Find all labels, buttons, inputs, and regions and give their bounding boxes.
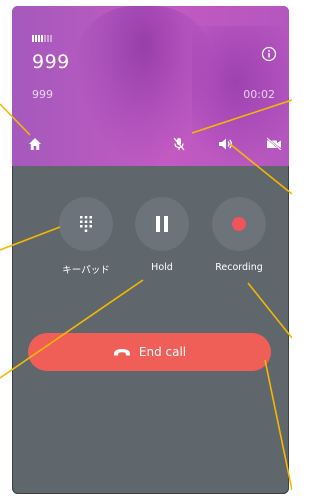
video-off-icon[interactable]	[266, 137, 282, 151]
signal-strength-icon	[32, 35, 52, 42]
end-call-label: End call	[138, 345, 187, 359]
keypad-label: キーパッド	[62, 265, 110, 276]
caller-subtitle: 999	[32, 88, 53, 101]
hold-button[interactable]: Hold	[122, 197, 202, 273]
speaker-icon[interactable]	[218, 137, 234, 151]
hang-up-icon	[113, 349, 130, 356]
end-call-button[interactable]: End call	[28, 333, 271, 371]
caller-number: 999	[32, 51, 70, 73]
call-screen: 999 999 00:02 キーパッド Hold Recording End c…	[12, 6, 289, 494]
recording-button[interactable]: Recording	[199, 197, 279, 273]
call-duration: 00:02	[243, 88, 275, 101]
keypad-button[interactable]: キーパッド	[46, 197, 126, 276]
hold-label: Hold	[151, 262, 173, 273]
mic-off-icon[interactable]	[171, 136, 187, 152]
call-header: 999 999 00:02	[12, 6, 289, 166]
pause-icon	[156, 216, 168, 232]
recording-label: Recording	[215, 262, 263, 273]
info-icon[interactable]	[261, 46, 277, 62]
recording-circle[interactable]	[212, 197, 266, 251]
hold-circle[interactable]	[135, 197, 189, 251]
home-icon[interactable]	[28, 137, 42, 151]
record-icon	[232, 217, 246, 231]
keypad-icon	[80, 216, 92, 232]
keypad-circle[interactable]	[59, 197, 113, 251]
